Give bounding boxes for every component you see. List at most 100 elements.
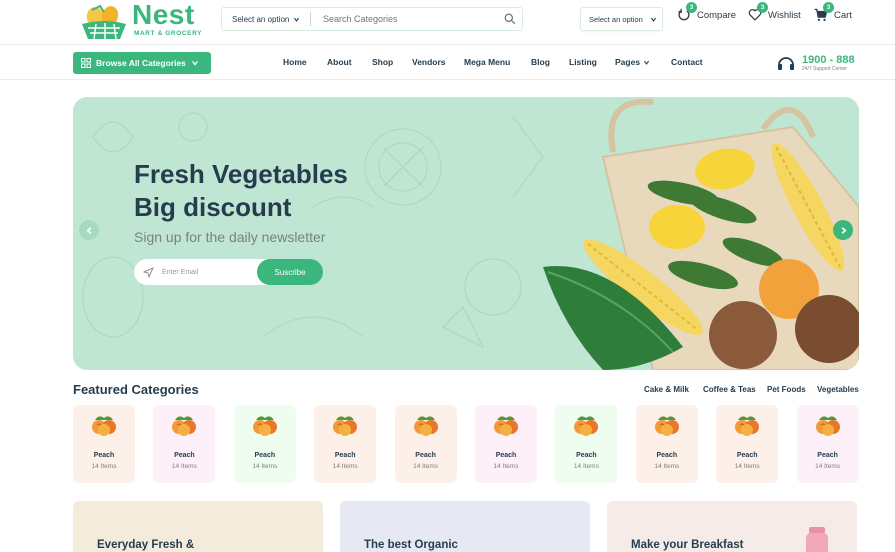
- hero-title-line1: Fresh Vegetables: [134, 159, 348, 189]
- cart-count-badge: 3: [823, 2, 834, 13]
- category-name: Peach: [93, 452, 115, 459]
- promo-title: The best Organic: [364, 539, 458, 551]
- promo-banner[interactable]: Make your Breakfast: [607, 501, 857, 552]
- search-input[interactable]: [311, 14, 498, 24]
- category-card[interactable]: Peach 14 Items: [314, 405, 377, 483]
- category-card[interactable]: Peach 14 Items: [555, 405, 618, 483]
- category-name: Peach: [736, 452, 758, 459]
- hotline-text: 1900 - 888 24/7 Support Center: [802, 54, 855, 73]
- category-card[interactable]: Peach 14 Items: [153, 405, 216, 483]
- promo-banner[interactable]: The best Organic: [340, 501, 590, 552]
- category-count: 14 Items: [91, 463, 117, 470]
- brand-logo[interactable]: Nest MART & GROCERY: [80, 0, 210, 40]
- hero-slider: Fresh Vegetables Big discount Sign up fo…: [73, 97, 859, 370]
- promo-title: Make your Breakfast: [631, 539, 744, 551]
- cart-link[interactable]: 3 Cart: [814, 2, 852, 22]
- peach-image: [252, 416, 277, 436]
- basket-logo-icon: [82, 4, 126, 40]
- compare-label: Compare: [697, 9, 737, 21]
- category-count: 14 Items: [573, 463, 599, 470]
- nav-link-shop[interactable]: Shop: [372, 57, 393, 67]
- filter-vegetables[interactable]: Vegetables: [817, 385, 859, 394]
- category-card[interactable]: Peach 14 Items: [475, 405, 537, 483]
- chevron-down-icon: [294, 17, 300, 22]
- category-name: Peach: [334, 452, 356, 459]
- chevron-down-icon: [650, 17, 657, 22]
- vegetable-bag-image: [543, 98, 859, 370]
- category-select[interactable]: Select an option: [222, 15, 310, 24]
- nav-link-blog[interactable]: Blog: [531, 57, 550, 67]
- location-select-value: Select an option: [589, 14, 643, 24]
- featured-filters: Cake & Milk Coffee & Teas Pet Foods Vege…: [0, 385, 895, 397]
- send-icon: [134, 266, 162, 278]
- peach-image: [172, 416, 197, 436]
- category-card[interactable]: Peach 14 Items: [796, 405, 859, 483]
- nav-link-pages-label: Pages: [615, 57, 641, 67]
- search-bar: Select an option: [221, 7, 523, 31]
- newsletter-form: Enter Email Suscribe: [134, 259, 323, 285]
- category-name: Peach: [254, 452, 276, 459]
- location-select[interactable]: Select an option: [580, 7, 663, 31]
- category-name: Peach: [495, 452, 517, 459]
- wishlist-link[interactable]: 3 Wishlist: [748, 2, 801, 22]
- nav-link-home[interactable]: Home: [283, 57, 307, 67]
- peach-image: [735, 416, 760, 436]
- hero-title-line2: Big discount: [134, 192, 292, 222]
- email-input[interactable]: Enter Email: [162, 269, 257, 276]
- compare-icon: 3: [677, 2, 697, 22]
- slider-prev-button[interactable]: [79, 220, 99, 240]
- filter-coffee-teas[interactable]: Coffee & Teas: [703, 385, 756, 394]
- category-card[interactable]: Peach 14 Items: [394, 405, 457, 483]
- category-count: 14 Items: [171, 463, 197, 470]
- promo-title: Everyday Fresh &: [97, 539, 195, 551]
- category-count: 14 Items: [252, 463, 278, 470]
- nav-link-mega-menu[interactable]: Mega Menu: [464, 57, 510, 67]
- chevron-right-icon: [841, 226, 847, 234]
- nav-links: Home About Shop Vendors Mega Menu Blog L…: [0, 45, 895, 79]
- nav-link-pages[interactable]: Pages: [615, 57, 650, 67]
- support-hotline[interactable]: 1900 - 888 24/7 Support Center: [776, 51, 855, 75]
- category-select-value: Select an option: [232, 14, 290, 24]
- compare-count-badge: 3: [686, 2, 697, 13]
- cart-label: Cart: [834, 9, 852, 21]
- hotline-number: 1900 - 888: [802, 53, 855, 66]
- search-icon[interactable]: [498, 13, 522, 25]
- peach-image: [494, 416, 518, 436]
- subscribe-button[interactable]: Suscribe: [257, 259, 323, 285]
- promo-banner[interactable]: Everyday Fresh &: [73, 501, 323, 552]
- category-card[interactable]: Peach 14 Items: [73, 405, 135, 483]
- category-name: Peach: [174, 452, 195, 459]
- peach-image: [654, 416, 679, 436]
- slider-next-button[interactable]: [833, 220, 853, 240]
- peach-image: [574, 416, 599, 436]
- category-count: 14 Items: [332, 463, 358, 470]
- category-name: Peach: [817, 452, 838, 459]
- heart-icon: 3: [748, 2, 768, 22]
- main-navbar: Browse All Categories Home About Shop Ve…: [0, 44, 895, 80]
- juice-bottle-image: [806, 527, 828, 552]
- chevron-down-icon: [643, 60, 650, 65]
- hero-title: Fresh Vegetables Big discount: [134, 158, 434, 224]
- wishlist-count-badge: 3: [757, 2, 768, 13]
- category-name: Peach: [576, 452, 597, 459]
- brand-name: Nest: [132, 0, 195, 30]
- category-count: 14 Items: [734, 463, 760, 470]
- hero-subtitle: Sign up for the daily newsletter: [134, 229, 326, 245]
- category-count: 14 Items: [493, 463, 519, 470]
- filter-cake-milk[interactable]: Cake & Milk: [644, 385, 689, 394]
- nav-link-contact[interactable]: Contact: [671, 57, 703, 67]
- brand-tagline: MART & GROCERY: [134, 30, 203, 37]
- compare-link[interactable]: 3 Compare: [677, 2, 737, 22]
- peach-image: [815, 416, 840, 436]
- category-card[interactable]: Peach 14 Items: [233, 405, 296, 483]
- nav-link-vendors[interactable]: Vendors: [412, 57, 446, 67]
- category-name: Peach: [656, 452, 678, 459]
- category-card[interactable]: Peach 14 Items: [716, 405, 779, 483]
- filter-pet-foods[interactable]: Pet Foods: [767, 385, 806, 394]
- chevron-left-icon: [85, 226, 91, 234]
- nav-link-about[interactable]: About: [327, 57, 352, 67]
- nav-link-listing[interactable]: Listing: [569, 57, 597, 67]
- category-count: 14 Items: [413, 463, 439, 470]
- category-card[interactable]: Peach 14 Items: [635, 405, 698, 483]
- peach-image: [413, 416, 438, 436]
